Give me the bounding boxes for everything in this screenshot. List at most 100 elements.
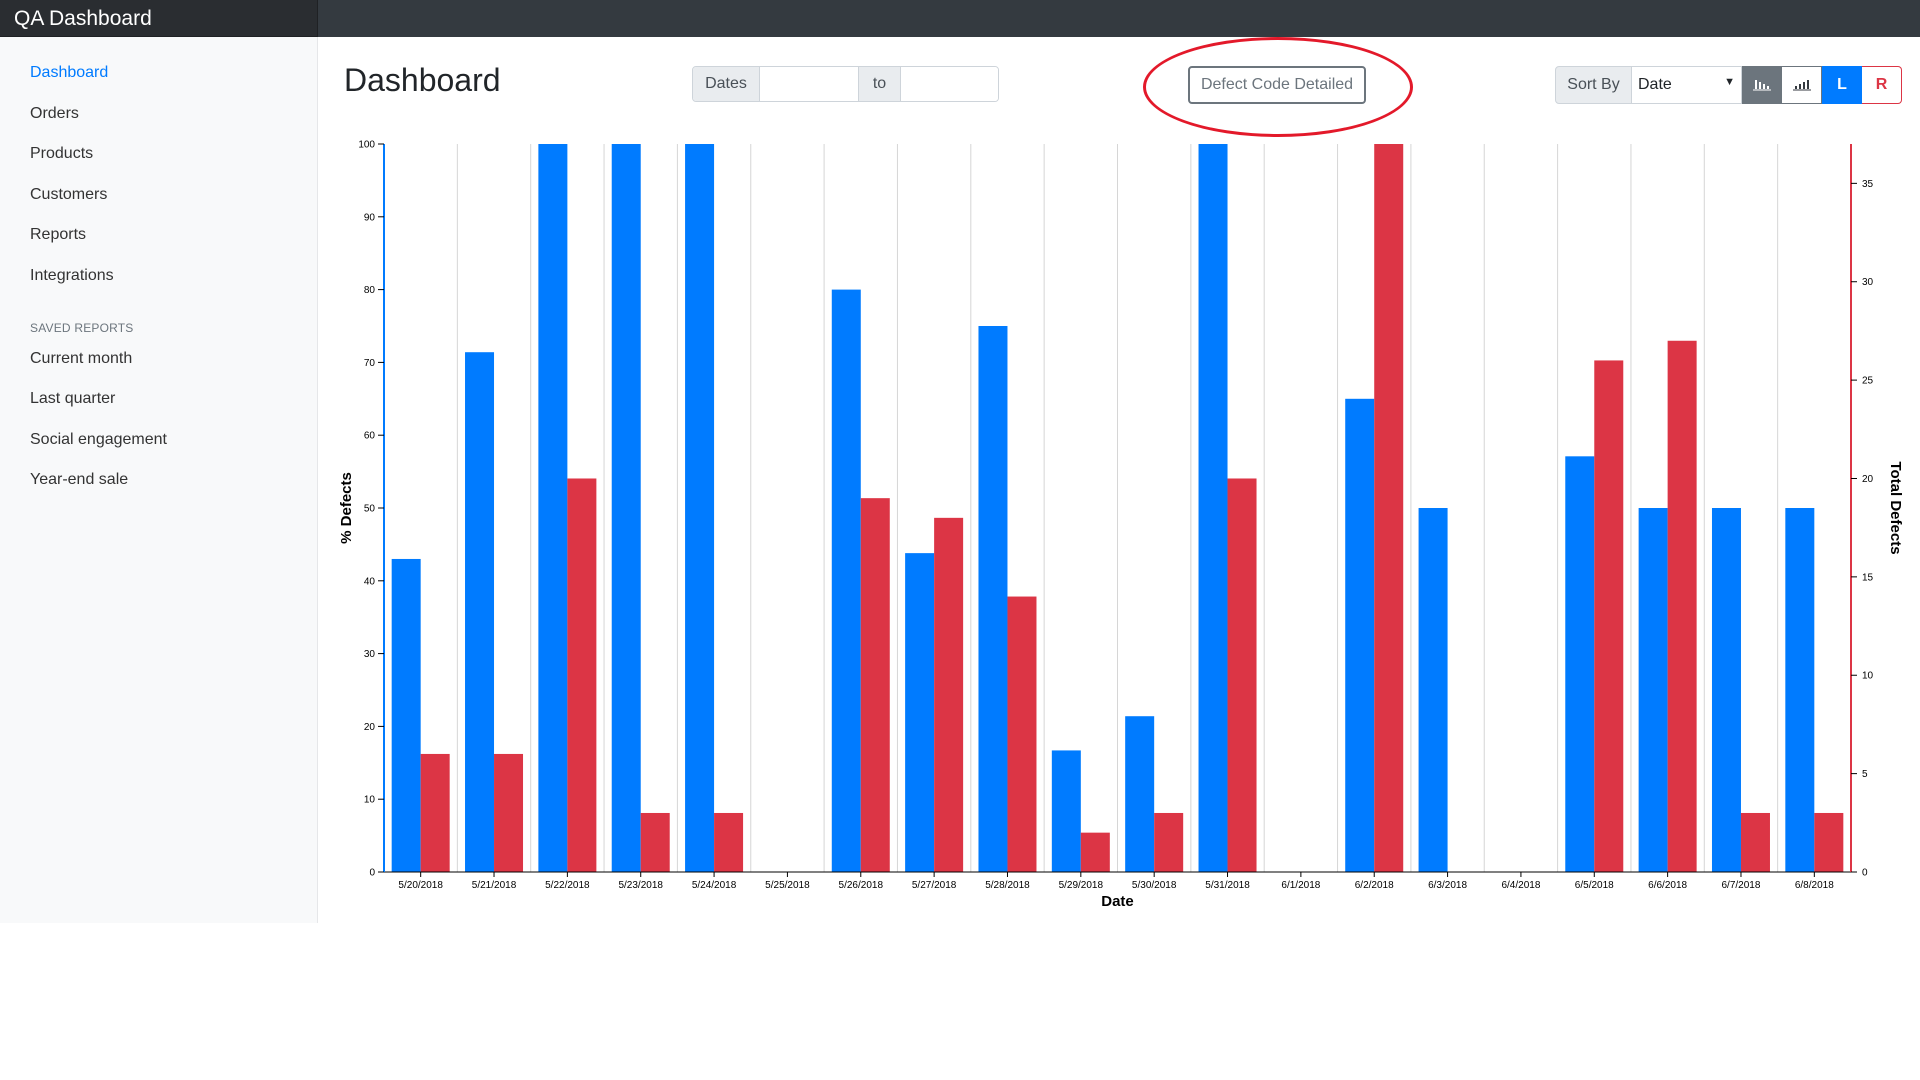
x-tick-label: 5/21/2018 [472, 880, 517, 891]
sidebar: Dashboard Orders Products Customers Repo… [0, 37, 318, 923]
bar-total-defects [934, 517, 964, 872]
x-tick-label: 6/8/2018 [1795, 880, 1834, 891]
saved-report-year-end-sale[interactable]: Year-end sale [30, 471, 128, 489]
x-tick-label: 5/23/2018 [618, 880, 663, 891]
app-brand[interactable]: QA Dashboard [0, 0, 318, 37]
bar-total-defects [1227, 478, 1257, 872]
x-tick-label: 6/1/2018 [1281, 880, 1320, 891]
saved-report-social-engagement[interactable]: Social engagement [30, 431, 167, 449]
x-tick-label: 5/26/2018 [839, 880, 884, 891]
y-tick-label-left: 60 [364, 431, 376, 442]
sidebar-item-integrations[interactable]: Integrations [30, 267, 114, 285]
bar-total-defects [1594, 360, 1624, 872]
x-tick-label: 6/7/2018 [1722, 880, 1761, 891]
y-tick-label-right: 5 [1862, 769, 1868, 780]
x-tick-label: 5/28/2018 [985, 880, 1030, 891]
bar-total-defects [420, 753, 450, 872]
y-axis-label-left: % Defects [340, 472, 355, 544]
bar-percent-defects [905, 553, 935, 872]
sort-descending-bars-icon [1753, 80, 1771, 91]
bar-percent-defects [1125, 716, 1155, 872]
saved-report-last-quarter[interactable]: Last quarter [30, 390, 115, 408]
y-tick-label-right: 0 [1862, 868, 1868, 879]
bar-total-defects [640, 812, 670, 872]
sidebar-item-customers[interactable]: Customers [30, 186, 107, 204]
y-tick-label-right: 15 [1862, 572, 1874, 583]
y-tick-label-right: 10 [1862, 671, 1874, 682]
saved-report-current-month[interactable]: Current month [30, 350, 132, 368]
bar-percent-defects [1418, 508, 1448, 872]
bar-percent-defects [831, 289, 861, 873]
sidebar-item-orders[interactable]: Orders [30, 105, 79, 123]
y-tick-label-left: 70 [364, 358, 376, 369]
bar-percent-defects [1345, 398, 1375, 872]
bar-percent-defects [1198, 144, 1228, 872]
sidebar-item-reports[interactable]: Reports [30, 226, 86, 244]
bar-total-defects [1740, 812, 1770, 872]
bar-percent-defects [1711, 508, 1741, 872]
y-tick-label-left: 50 [364, 504, 376, 515]
y-tick-label-left: 30 [364, 649, 376, 660]
chevron-down-icon: ▼ [1724, 76, 1735, 88]
sort-ascending-bars-icon [1792, 80, 1811, 91]
bar-percent-defects [1565, 456, 1595, 872]
bar-total-defects [1374, 144, 1404, 872]
bar-total-defects [567, 478, 597, 872]
y-axis-label-right: Total Defects [1887, 461, 1904, 554]
bar-percent-defects [1785, 508, 1815, 872]
to-label: to [859, 67, 900, 101]
y-tick-label-left: 0 [369, 868, 375, 879]
sort-by-select[interactable]: Date ▼ [1632, 66, 1742, 104]
sort-by-value: Date [1638, 76, 1672, 93]
sidebar-item-dashboard[interactable]: Dashboard [30, 64, 108, 82]
y-tick-label-right: 20 [1862, 474, 1874, 485]
x-axis-label: Date [1101, 893, 1134, 910]
bar-total-defects [714, 812, 744, 872]
bar-total-defects [494, 753, 524, 872]
left-axis-button[interactable]: L [1822, 66, 1862, 104]
sort-descending-button[interactable] [1742, 66, 1782, 104]
dates-label: Dates [693, 67, 759, 101]
x-tick-label: 6/3/2018 [1428, 880, 1467, 891]
bar-percent-defects [465, 352, 495, 872]
y-tick-label-left: 20 [364, 722, 376, 733]
date-range-group: Dates to [692, 66, 999, 102]
x-tick-label: 5/29/2018 [1059, 880, 1104, 891]
x-tick-label: 5/20/2018 [398, 880, 443, 891]
x-tick-label: 6/2/2018 [1355, 880, 1394, 891]
y-tick-label-right: 25 [1862, 376, 1874, 387]
y-tick-label-right: 35 [1862, 179, 1874, 190]
x-tick-label: 6/6/2018 [1648, 880, 1687, 891]
bar-total-defects [1814, 812, 1844, 872]
sort-by-label: Sort By [1555, 66, 1632, 104]
bar-total-defects [860, 498, 890, 872]
y-tick-label-left: 10 [364, 795, 376, 806]
y-tick-label-left: 90 [364, 212, 376, 223]
x-tick-label: 5/31/2018 [1205, 880, 1250, 891]
annotation-ellipse [1143, 37, 1413, 137]
bar-percent-defects [978, 326, 1008, 872]
bar-percent-defects [1638, 508, 1668, 872]
bar-total-defects [1667, 340, 1697, 872]
x-tick-label: 6/4/2018 [1501, 880, 1540, 891]
sort-ascending-button[interactable] [1782, 66, 1822, 104]
bar-total-defects [1080, 832, 1110, 872]
saved-reports-heading: SAVED REPORTS [30, 321, 134, 335]
top-navbar: QA Dashboard [0, 0, 1920, 37]
bar-percent-defects [685, 144, 715, 872]
page-title: Dashboard [344, 62, 501, 98]
bar-percent-defects [538, 144, 568, 872]
date-to-input[interactable] [900, 67, 998, 101]
bar-percent-defects [611, 144, 641, 872]
bar-percent-defects [391, 558, 421, 872]
y-tick-label-left: 40 [364, 576, 376, 587]
bar-total-defects [1154, 812, 1184, 872]
x-tick-label: 5/25/2018 [765, 880, 810, 891]
date-from-input[interactable] [759, 67, 859, 101]
right-axis-button[interactable]: R [1862, 66, 1902, 104]
x-tick-label: 6/5/2018 [1575, 880, 1614, 891]
y-tick-label-left: 100 [358, 140, 375, 151]
bar-percent-defects [1051, 750, 1081, 872]
bar-total-defects [1007, 596, 1037, 872]
sidebar-item-products[interactable]: Products [30, 145, 93, 163]
